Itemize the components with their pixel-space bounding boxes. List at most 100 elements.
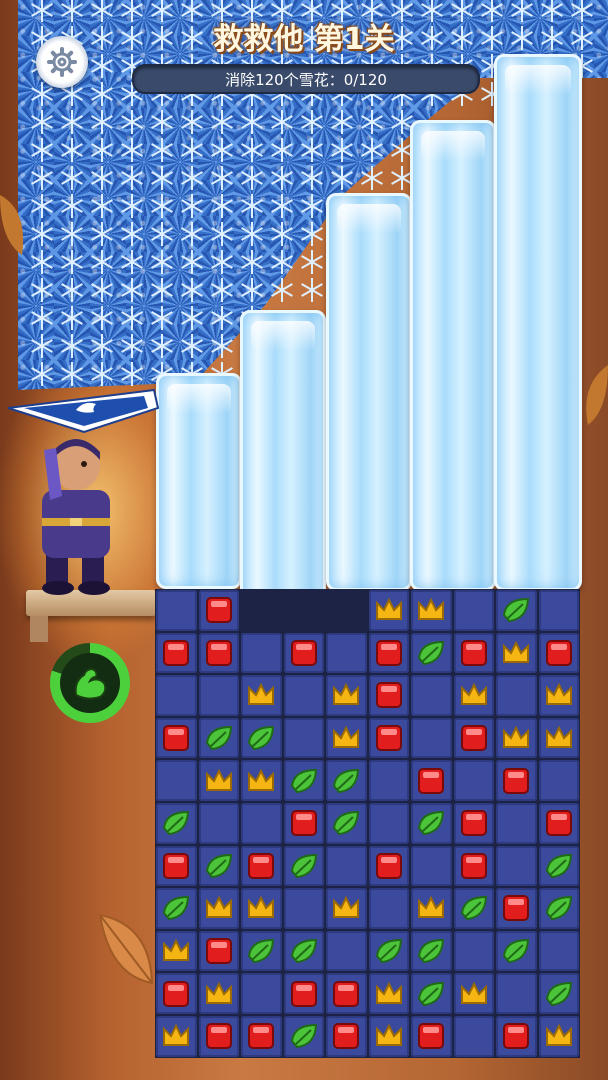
- board-cell[interactable]: [368, 845, 409, 887]
- board-cell[interactable]: [156, 973, 197, 1014]
- board-cell[interactable]: [198, 590, 239, 631]
- board-cell[interactable]: [283, 760, 324, 801]
- board-cell[interactable]: [156, 845, 197, 887]
- board-cell[interactable]: [411, 675, 452, 716]
- board-cell[interactable]: [198, 973, 239, 1014]
- board-cell[interactable]: [453, 760, 494, 801]
- board-cell[interactable]: [241, 632, 282, 674]
- board-cell[interactable]: [283, 888, 324, 929]
- board-cell[interactable]: [496, 675, 537, 716]
- board-cell[interactable]: [241, 845, 282, 887]
- board-cell[interactable]: [198, 845, 239, 887]
- board-cell[interactable]: [326, 930, 367, 972]
- board-cell[interactable]: [411, 1015, 452, 1057]
- board-cell[interactable]: [368, 973, 409, 1014]
- board-cell[interactable]: [283, 675, 324, 716]
- board-cell[interactable]: [198, 802, 239, 844]
- board-cell[interactable]: [453, 802, 494, 844]
- board-cell[interactable]: [198, 675, 239, 716]
- board-cell[interactable]: [411, 802, 452, 844]
- board-cell[interactable]: [496, 1015, 537, 1057]
- board-cell[interactable]: [326, 675, 367, 716]
- ice-pillar[interactable]: [494, 54, 582, 591]
- board-cell[interactable]: [411, 888, 452, 929]
- board-cell[interactable]: [538, 632, 579, 674]
- board-cell[interactable]: [368, 1015, 409, 1057]
- board-cell[interactable]: [496, 590, 537, 631]
- board-cell[interactable]: [156, 675, 197, 716]
- board-cell[interactable]: [496, 845, 537, 887]
- board-cell[interactable]: [411, 973, 452, 1014]
- board-cell[interactable]: [326, 845, 367, 887]
- board-cell[interactable]: [283, 930, 324, 972]
- board-cell[interactable]: [453, 590, 494, 631]
- power-meter[interactable]: [50, 643, 130, 723]
- board-cell[interactable]: [538, 1015, 579, 1057]
- board-cell[interactable]: [411, 760, 452, 801]
- board-cell[interactable]: [411, 590, 452, 631]
- board-cell[interactable]: [496, 930, 537, 972]
- board-cell[interactable]: [241, 802, 282, 844]
- board-cell[interactable]: [156, 717, 197, 759]
- board-cell[interactable]: [326, 888, 367, 929]
- board-cell[interactable]: [156, 760, 197, 801]
- board-cell[interactable]: [368, 632, 409, 674]
- board-cell[interactable]: [453, 888, 494, 929]
- board-cell[interactable]: [326, 1015, 367, 1057]
- board-cell[interactable]: [156, 632, 197, 674]
- board-cell[interactable]: [496, 632, 537, 674]
- board-cell[interactable]: [156, 1015, 197, 1057]
- board-cell[interactable]: [538, 845, 579, 887]
- board-cell[interactable]: [453, 973, 494, 1014]
- board-cell[interactable]: [283, 802, 324, 844]
- board-cell[interactable]: [538, 760, 579, 801]
- board-cell[interactable]: [538, 717, 579, 759]
- board-cell[interactable]: [198, 1015, 239, 1057]
- board-cell[interactable]: [538, 675, 579, 716]
- board-cell[interactable]: [496, 973, 537, 1014]
- board-cell[interactable]: [241, 930, 282, 972]
- board-cell[interactable]: [453, 845, 494, 887]
- board-cell[interactable]: [156, 590, 197, 631]
- ice-pillar[interactable]: [156, 373, 242, 589]
- board-cell[interactable]: [198, 717, 239, 759]
- board-cell[interactable]: [198, 888, 239, 929]
- board-cell[interactable]: [156, 802, 197, 844]
- board-cell[interactable]: [453, 717, 494, 759]
- board-cell[interactable]: [283, 973, 324, 1014]
- board-cell[interactable]: [326, 973, 367, 1014]
- board-cell[interactable]: [241, 717, 282, 759]
- board-cell[interactable]: [411, 845, 452, 887]
- board-cell[interactable]: [538, 802, 579, 844]
- board-cell[interactable]: [241, 888, 282, 929]
- board-cell[interactable]: [411, 632, 452, 674]
- ice-pillar[interactable]: [326, 193, 412, 591]
- board-cell[interactable]: [368, 590, 409, 631]
- board-cell[interactable]: [241, 760, 282, 801]
- board-cell[interactable]: [198, 760, 239, 801]
- board-cell[interactable]: [326, 717, 367, 759]
- board-cell[interactable]: [368, 802, 409, 844]
- board-cell[interactable]: [326, 802, 367, 844]
- board-cell[interactable]: [453, 930, 494, 972]
- board-cell[interactable]: [326, 632, 367, 674]
- board-cell[interactable]: [368, 760, 409, 801]
- board-cell[interactable]: [368, 675, 409, 716]
- board-cell[interactable]: [538, 888, 579, 929]
- board-cell[interactable]: [283, 1015, 324, 1057]
- ice-pillar[interactable]: [240, 310, 326, 634]
- board-cell[interactable]: [156, 930, 197, 972]
- board-cell[interactable]: [538, 590, 579, 631]
- settings-button[interactable]: [36, 36, 88, 88]
- board-cell[interactable]: [496, 717, 537, 759]
- board-cell[interactable]: [283, 717, 324, 759]
- board-cell[interactable]: [198, 632, 239, 674]
- board-cell[interactable]: [368, 717, 409, 759]
- board-cell[interactable]: [453, 1015, 494, 1057]
- board-cell[interactable]: [283, 632, 324, 674]
- board-cell[interactable]: [411, 717, 452, 759]
- board-cell[interactable]: [496, 802, 537, 844]
- board-cell[interactable]: [241, 973, 282, 1014]
- board-cell[interactable]: [496, 888, 537, 929]
- board-cell[interactable]: [241, 1015, 282, 1057]
